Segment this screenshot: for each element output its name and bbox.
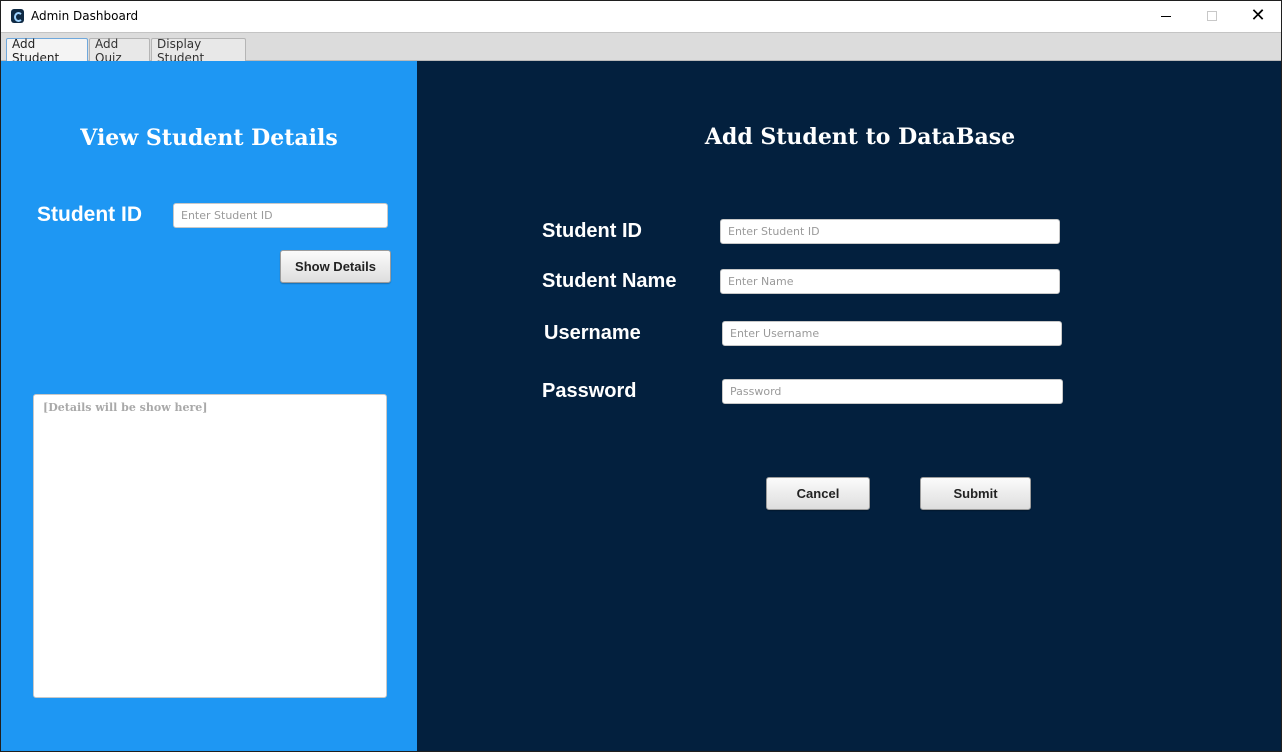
app-window: Admin Dashboard ✕ Add Student Add Quiz D… <box>0 0 1282 752</box>
username-input[interactable]: Enter Username <box>722 321 1062 346</box>
view-panel-title: View Student Details <box>80 125 338 151</box>
view-student-id-input[interactable]: Enter Student ID <box>173 203 388 228</box>
minimize-button[interactable] <box>1143 1 1189 31</box>
show-details-button[interactable]: Show Details <box>280 250 391 283</box>
minimize-icon <box>1161 15 1171 17</box>
app-icon <box>11 9 24 23</box>
maximize-icon <box>1207 11 1217 21</box>
password-label: Password <box>542 380 637 402</box>
details-placeholder: [Details will be show here] <box>43 401 208 414</box>
view-student-panel: View Student Details Student ID Enter St… <box>1 61 417 751</box>
window-title: Admin Dashboard <box>31 9 139 23</box>
tab-bar: Add Student Add Quiz Display Student <box>1 32 1281 65</box>
student-id-input[interactable]: Enter Student ID <box>720 219 1060 244</box>
tab-display-student[interactable]: Display Student <box>151 37 246 65</box>
add-panel-title: Add Student to DataBase <box>704 124 1016 150</box>
close-button[interactable]: ✕ <box>1235 1 1281 31</box>
view-student-id-label: Student ID <box>37 203 142 226</box>
details-textarea[interactable]: [Details will be show here] <box>33 394 387 698</box>
add-student-panel: Add Student to DataBase Student ID Enter… <box>417 61 1281 751</box>
tab-add-quiz[interactable]: Add Quiz <box>89 37 150 65</box>
student-name-input[interactable]: Enter Name <box>720 269 1060 294</box>
username-label: Username <box>544 322 641 344</box>
maximize-button[interactable] <box>1189 1 1235 31</box>
cancel-button[interactable]: Cancel <box>766 477 870 510</box>
student-id-label: Student ID <box>542 220 642 242</box>
title-bar: Admin Dashboard ✕ <box>1 1 1281 32</box>
password-input[interactable]: Password <box>722 379 1063 404</box>
tab-add-student[interactable]: Add Student <box>6 37 88 65</box>
student-name-label: Student Name <box>542 270 677 292</box>
close-icon: ✕ <box>1250 5 1266 26</box>
submit-button[interactable]: Submit <box>920 477 1031 510</box>
